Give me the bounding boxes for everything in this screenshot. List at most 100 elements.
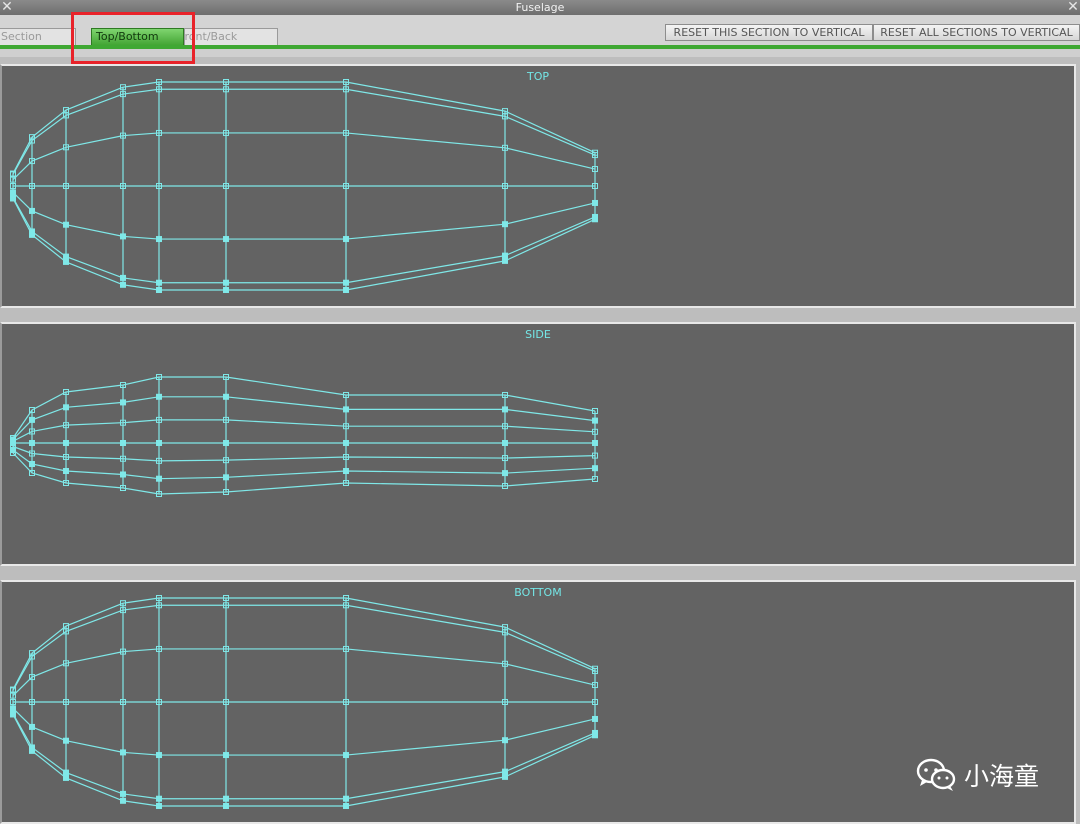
control-point[interactable] (29, 440, 35, 446)
control-point[interactable] (223, 440, 229, 446)
control-point[interactable] (343, 803, 349, 809)
control-point[interactable] (592, 440, 598, 446)
control-point[interactable] (223, 795, 229, 802)
divider (0, 49, 1080, 57)
control-point[interactable] (10, 705, 16, 712)
control-point[interactable] (63, 774, 69, 781)
control-point[interactable] (63, 404, 69, 411)
tab-section[interactable]: Section (0, 28, 76, 45)
control-point[interactable] (502, 768, 508, 775)
control-point[interactable] (120, 399, 126, 406)
control-point[interactable] (156, 236, 162, 243)
control-point[interactable] (343, 279, 349, 286)
control-point[interactable] (223, 752, 229, 759)
control-point[interactable] (592, 213, 598, 220)
control-point[interactable] (343, 236, 349, 243)
close-icon[interactable]: ✕ (0, 0, 14, 15)
control-point[interactable] (502, 406, 508, 413)
side-view-wireframe[interactable] (2, 324, 1074, 564)
bottom-view-panel[interactable]: BOTTOM (0, 580, 1076, 824)
wireframe-curve (12, 132, 596, 181)
control-point[interactable] (10, 440, 16, 446)
control-point[interactable] (343, 795, 349, 802)
control-point[interactable] (120, 233, 126, 240)
wireframe-group (10, 595, 598, 809)
control-point[interactable] (10, 189, 16, 196)
control-point[interactable] (10, 710, 16, 717)
wireframe-curve (12, 198, 596, 291)
wireframe-curve (12, 197, 596, 284)
control-point[interactable] (120, 281, 126, 288)
control-point[interactable] (502, 221, 508, 228)
control-point[interactable] (343, 287, 349, 293)
control-point[interactable] (223, 393, 229, 400)
top-view-panel[interactable]: TOP (0, 64, 1076, 308)
control-point[interactable] (343, 468, 349, 474)
control-point[interactable] (29, 207, 35, 214)
watermark: 小海童 (916, 757, 1039, 793)
control-point[interactable] (502, 252, 508, 259)
reset-all-sections-button[interactable]: RESET ALL SECTIONS TO VERTICAL (873, 24, 1080, 41)
control-point[interactable] (29, 723, 35, 730)
control-point[interactable] (223, 236, 229, 243)
wireframe-curve (12, 419, 596, 442)
control-point[interactable] (343, 752, 349, 759)
window-title: Fuselage (515, 1, 565, 14)
control-point[interactable] (120, 797, 126, 804)
control-point[interactable] (592, 199, 598, 206)
control-point[interactable] (63, 468, 69, 474)
control-point[interactable] (156, 752, 162, 759)
control-point[interactable] (120, 749, 126, 756)
control-point[interactable] (592, 729, 598, 736)
control-point[interactable] (10, 194, 16, 201)
control-point[interactable] (156, 393, 162, 400)
control-point[interactable] (592, 465, 598, 472)
control-point[interactable] (29, 744, 35, 751)
control-point[interactable] (223, 287, 229, 293)
wireframe-curve (12, 81, 596, 174)
control-point[interactable] (120, 790, 126, 797)
tab-bar: Section Top/Bottom Front/Back RESET THIS… (0, 15, 1080, 46)
control-point[interactable] (63, 258, 69, 265)
wireframe-group (10, 374, 598, 497)
control-point[interactable] (156, 279, 162, 286)
control-point[interactable] (592, 417, 598, 424)
control-point[interactable] (156, 803, 162, 809)
control-point[interactable] (63, 253, 69, 260)
control-point[interactable] (63, 769, 69, 776)
control-point[interactable] (223, 803, 229, 809)
control-point[interactable] (156, 795, 162, 802)
control-point[interactable] (29, 228, 35, 235)
control-point[interactable] (63, 737, 69, 744)
control-point[interactable] (502, 773, 508, 780)
control-point[interactable] (120, 440, 126, 446)
control-point[interactable] (502, 440, 508, 446)
control-point[interactable] (63, 221, 69, 228)
close-icon[interactable]: ✕ (1066, 0, 1080, 15)
control-point[interactable] (502, 257, 508, 264)
wechat-icon (916, 758, 956, 791)
control-point[interactable] (343, 440, 349, 446)
control-point[interactable] (29, 461, 35, 467)
control-point[interactable] (156, 475, 162, 482)
control-point[interactable] (29, 416, 35, 423)
reset-this-section-button[interactable]: RESET THIS SECTION TO VERTICAL (665, 24, 873, 41)
control-point[interactable] (223, 474, 229, 481)
control-point[interactable] (502, 470, 508, 477)
control-point[interactable] (592, 715, 598, 722)
tab-top-bottom[interactable]: Top/Bottom (91, 28, 184, 45)
bottom-view-wireframe[interactable] (2, 582, 1074, 822)
control-point[interactable] (120, 471, 126, 478)
control-point[interactable] (223, 279, 229, 286)
side-view-panel[interactable]: SIDE (0, 322, 1076, 566)
wireframe-curve (12, 597, 596, 690)
control-point[interactable] (63, 440, 69, 446)
tab-front-back[interactable]: Front/Back (184, 28, 278, 45)
control-point[interactable] (343, 406, 349, 413)
wireframe-curve (12, 88, 596, 175)
control-point[interactable] (502, 737, 508, 744)
top-view-wireframe[interactable] (2, 66, 1074, 306)
control-point[interactable] (156, 287, 162, 293)
control-point[interactable] (156, 440, 162, 446)
control-point[interactable] (120, 274, 126, 281)
